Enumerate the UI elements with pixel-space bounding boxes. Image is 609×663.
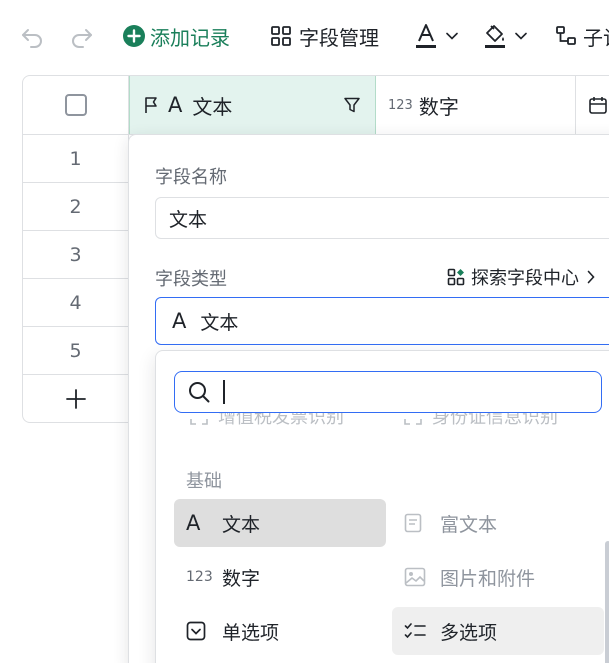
text-type-icon: A [168,93,183,117]
column-header-text[interactable]: A 文本 [129,76,376,134]
type-option-multi-select[interactable]: 多选项 [392,607,604,655]
field-type-label: 字段类型 [155,269,227,290]
undo-button[interactable] [20,20,46,52]
image-icon [404,567,426,587]
multi-select-icon [404,623,426,639]
undo-icon [22,29,42,48]
chevron-down-icon [446,32,458,40]
calendar-icon [589,97,607,114]
select-all-checkbox[interactable] [64,94,87,116]
row-number[interactable]: 3 [23,231,129,279]
select-all-cell[interactable] [23,76,129,134]
field-name-input[interactable] [155,197,609,239]
column-header-text-label: 文本 [192,94,233,119]
hierarchy-icon [556,26,576,45]
type-option-number[interactable]: 123 数字 [174,553,386,601]
explore-field-center-label: 探索字段中心 [471,268,579,289]
sub-record-label: 子记 [583,25,609,50]
add-record-button[interactable]: 添加记录 [122,20,230,52]
type-option-label: 富文本 [440,513,498,536]
text-type-icon: A [172,309,187,333]
number-123-icon: 123 [186,569,213,585]
row-number[interactable]: 1 [23,135,129,183]
field-type-select[interactable]: A 文本 [155,297,609,345]
field-type-dropdown: 增值税发票识别 身份证信息识别 基础 A 文本 富文本 123 数字 图片和附件… [155,350,609,663]
type-option-label: 图片和附件 [440,567,536,590]
fill-color-button[interactable] [483,20,527,52]
rich-text-icon [404,513,422,533]
toolbar: 添加记录 字段管理 子记 [0,0,609,72]
row-number[interactable]: 5 [23,327,129,375]
font-color-icon [416,24,436,48]
column-header-date[interactable] [576,76,609,134]
type-search-box[interactable] [174,371,602,413]
type-option-label: 数字 [222,567,261,590]
text-caret [223,380,225,404]
type-option-label: 多选项 [440,621,498,644]
plus-circle-icon [123,25,145,47]
field-manage-label: 字段管理 [299,25,379,50]
plus-icon [65,389,86,409]
chevron-right-icon [587,270,595,284]
search-icon [189,382,210,403]
group-title-basic: 基础 [186,471,222,492]
field-name-label: 字段名称 [155,167,227,188]
text-a-icon: A [186,511,201,535]
add-row-button[interactable] [23,375,129,422]
grid-header: A 文本 123 数字 [23,76,609,135]
flag-icon [145,97,157,113]
type-option-image[interactable]: 图片和附件 [392,553,604,601]
row-index-column: 1 2 3 4 5 [23,135,129,422]
type-search-input[interactable] [221,381,581,403]
filter-icon[interactable] [343,96,361,114]
grid-icon [271,26,291,46]
paint-bucket-icon [485,25,505,48]
add-record-label: 添加记录 [150,25,230,50]
type-option-text[interactable]: A 文本 [174,499,386,547]
chevron-down-icon [515,32,527,40]
redo-button[interactable] [68,20,94,52]
number-type-icon: 123 [388,97,413,113]
explore-field-center-link[interactable]: 探索字段中心 [447,264,595,290]
sub-record-button[interactable]: 子记 [555,20,609,52]
font-color-button[interactable] [414,20,458,52]
field-type-selected-label: 文本 [200,311,239,334]
single-select-icon [186,621,206,641]
row-number[interactable]: 4 [23,279,129,327]
type-option-label: 单选项 [222,621,280,644]
type-option-single-select[interactable]: 单选项 [174,607,386,655]
column-header-number-label: 数字 [418,94,459,119]
type-option-label: 文本 [222,513,261,536]
column-header-number[interactable]: 123 数字 [376,76,576,134]
redo-icon [72,29,92,48]
type-option-rich-text[interactable]: 富文本 [392,499,604,547]
apps-icon [447,268,465,286]
row-number[interactable]: 2 [23,183,129,231]
dropdown-scrollbar[interactable] [605,541,609,663]
field-manage-button[interactable]: 字段管理 [270,20,379,52]
